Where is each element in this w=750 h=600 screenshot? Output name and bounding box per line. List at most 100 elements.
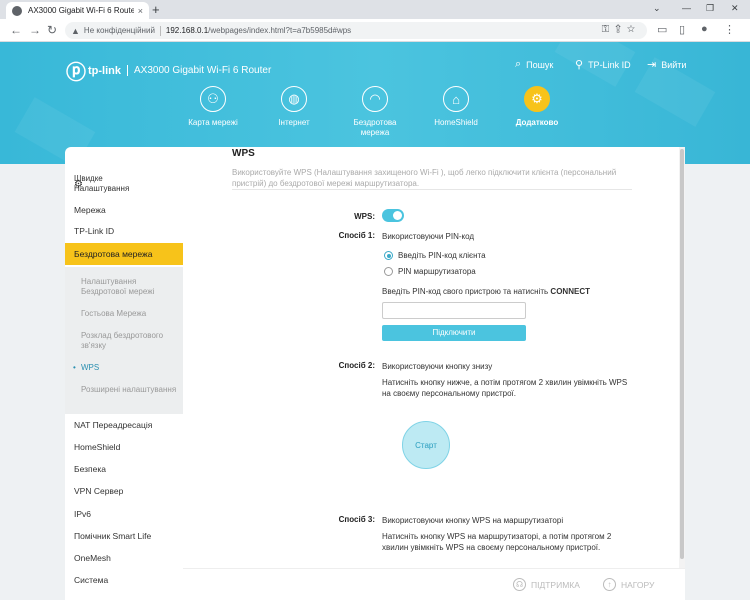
wifi-icon: ◠ <box>362 86 388 112</box>
wps-toggle[interactable] <box>382 209 404 222</box>
omnibox-divider <box>159 25 161 36</box>
footer: ☊ ПІДТРИМКА ↑ НАГОРУ <box>183 568 685 600</box>
browser-tab-bar: AX3000 Gigabit Wi-Fi 6 Router × + ⌄ — ❐ … <box>0 0 750 19</box>
globe-icon: ◍ <box>281 86 307 112</box>
tplink-logo[interactable]: ⓟ tp-link AX3000 Gigabit Wi-Fi 6 Router <box>66 56 271 85</box>
address-bar[interactable]: ▲ Не конфіденційний 192.168.0.1/webpages… <box>65 22 647 39</box>
search-link[interactable]: ⌕ Пошук <box>515 58 553 71</box>
pin-prompt-text: Введіть PIN-код свого пристрою та натисн… <box>382 287 549 296</box>
url-text[interactable]: 192.168.0.1/webpages/index.html?t=a7b598… <box>166 26 351 35</box>
network-map-icon: ⚇ <box>200 86 226 112</box>
close-window-icon[interactable]: ✕ <box>731 3 739 14</box>
nav-label: Карта мережі <box>188 118 238 127</box>
sidebar-item-system[interactable]: Система <box>65 570 183 590</box>
sidebar-subitem-advanced[interactable]: Розширені налаштування <box>81 385 177 395</box>
wps-toggle-label: WPS: <box>354 212 375 221</box>
headset-icon: ☊ <box>513 578 526 591</box>
nav-network-map[interactable]: ⚇ Карта мережі <box>168 86 258 128</box>
reload-icon[interactable]: ↻ <box>47 23 57 37</box>
start-button[interactable]: Старт <box>402 421 450 469</box>
sidebar-item-tplink-id[interactable]: TP-Link ID <box>65 221 183 241</box>
gear-icon: ⚙ <box>524 86 550 112</box>
nav-wireless[interactable]: ◠ Бездротова мережа <box>330 86 420 138</box>
sidebar-item-wireless[interactable]: Бездротова мережа <box>65 243 183 265</box>
toggle-knob <box>393 211 402 220</box>
omnibox-actions[interactable]: ⚿⇪☆ <box>602 24 641 35</box>
not-secure-label: Не конфіденційний <box>83 26 155 35</box>
sidebar-subitem-wps[interactable]: WPS <box>73 363 177 373</box>
method3-text: Використовуючи кнопку WPS на маршрутизат… <box>382 516 564 525</box>
sidebar-item-vpn[interactable]: VPN Сервер <box>65 481 183 501</box>
method2-text: Використовуючи кнопку знизу <box>382 362 493 371</box>
scrollbar-thumb[interactable] <box>680 149 684 559</box>
radio-client-pin-label[interactable]: Введіть PIN-код клієнта <box>398 250 486 261</box>
pin-input[interactable] <box>382 302 526 319</box>
arrow-up-icon: ↑ <box>603 578 616 591</box>
logo-text: tp-link <box>88 64 121 77</box>
new-tab-button[interactable]: + <box>152 2 160 17</box>
wps-panel: WPS Використовуйте WPS (Налаштування зах… <box>183 147 685 568</box>
section-title: WPS <box>232 148 255 159</box>
maximize-icon[interactable]: ❐ <box>706 3 714 14</box>
sidebar-item-quick-setup[interactable]: ⚙ Швидке Налаштування <box>65 169 183 199</box>
browser-tab[interactable]: AX3000 Gigabit Wi-Fi 6 Router × <box>6 2 149 19</box>
back-to-top-link[interactable]: ↑ НАГОРУ <box>603 578 654 591</box>
nav-internet[interactable]: ◍ Інтернет <box>249 86 339 128</box>
homeshield-icon: ⌂ <box>443 86 469 112</box>
logout-link[interactable]: ⇥ Вийти <box>647 58 686 71</box>
pin-prompt-connect: CONNECT <box>550 287 590 296</box>
method3-description: Натисніть кнопку WPS на маршрутизаторі, … <box>382 532 612 552</box>
router-header: ⓟ tp-link AX3000 Gigabit Wi-Fi 6 Router … <box>0 42 750 164</box>
extensions-icon[interactable]: ▭ <box>657 23 667 36</box>
tplink-logo-icon: ⓟ <box>66 62 86 84</box>
sidebar-item-ipv6[interactable]: IPv6 <box>65 504 183 524</box>
sidebar-item-network[interactable]: Мережа <box>65 200 183 220</box>
section-divider <box>232 189 632 190</box>
tab-close-icon[interactable]: × <box>138 6 143 16</box>
search-label: Пошук <box>526 59 554 70</box>
sidebar-item-homeshield[interactable]: HomeShield <box>65 437 183 457</box>
minimize-icon[interactable]: — <box>682 3 691 13</box>
browser-toolbar: ← → ↻ ▲ Не конфіденційний 192.168.0.1/we… <box>0 19 750 42</box>
back-icon[interactable]: ← <box>10 23 22 37</box>
sidebar-subitem-wireless-settings[interactable]: Налаштування Бездротової мережі <box>81 277 177 297</box>
method2-description: Натисніть кнопку нижче, а потім протягом… <box>382 378 628 398</box>
profile-icon[interactable]: ● <box>701 23 708 35</box>
nav-advanced[interactable]: ⚙ Додатково <box>492 86 582 128</box>
menu-icon[interactable]: ⋮ <box>724 23 735 36</box>
tplink-id-link[interactable]: ⚲ TP-Link ID <box>575 58 631 71</box>
sidebar-subitem-schedule[interactable]: Розклад бездротового зв'язку <box>81 331 177 351</box>
url-path: /webpages/index.html?t=a7b5985d#wps <box>208 26 352 35</box>
support-link[interactable]: ☊ ПІДТРИМКА <box>513 578 580 591</box>
nav-label: Додатково <box>515 118 559 127</box>
nav-label: Інтернет <box>278 118 310 127</box>
url-host: 192.168.0.1 <box>165 26 209 35</box>
sidebar-item-smartlife[interactable]: Помічник Smart Life <box>65 526 183 546</box>
support-label: ПІДТРИМКА <box>531 579 580 590</box>
tab-favicon-icon <box>12 5 22 16</box>
radio-client-pin[interactable] <box>384 251 393 260</box>
nav-label: Бездротова мережа <box>353 118 397 137</box>
sidebar-item-nat[interactable]: NAT Переадресація <box>65 415 183 435</box>
router-model: AX3000 Gigabit Wi-Fi 6 Router <box>134 65 272 76</box>
nav-label: HomeShield <box>434 118 478 127</box>
method2-label: Спосіб 2: <box>338 361 375 370</box>
nav-homeshield[interactable]: ⌂ HomeShield <box>411 86 501 128</box>
sidebar: ⚙ Швидке Налаштування Мережа TP-Link ID … <box>65 147 183 600</box>
method1-text: Використовуючи PIN-код <box>382 232 475 241</box>
sidebar-item-onemesh[interactable]: OneMesh <box>65 548 183 568</box>
sidebar-subitem-guest[interactable]: Гостьова Мережа <box>81 309 177 319</box>
top-label: НАГОРУ <box>621 579 655 590</box>
connect-button[interactable]: Підключити <box>382 325 526 341</box>
tplink-id-icon: ⚲ <box>575 59 584 71</box>
scrollbar[interactable] <box>679 147 685 568</box>
chevron-down-icon[interactable]: ⌄ <box>653 3 661 14</box>
logout-icon: ⇥ <box>647 59 657 71</box>
tplink-id-label: TP-Link ID <box>588 59 631 70</box>
sidepanel-icon[interactable]: ▯ <box>679 23 685 36</box>
radio-router-pin-label[interactable]: PIN маршрутизатора <box>398 266 476 277</box>
forward-icon[interactable]: → <box>29 23 41 37</box>
logout-label: Вийти <box>661 59 687 70</box>
sidebar-item-security[interactable]: Безпека <box>65 459 183 479</box>
radio-router-pin[interactable] <box>384 267 393 276</box>
